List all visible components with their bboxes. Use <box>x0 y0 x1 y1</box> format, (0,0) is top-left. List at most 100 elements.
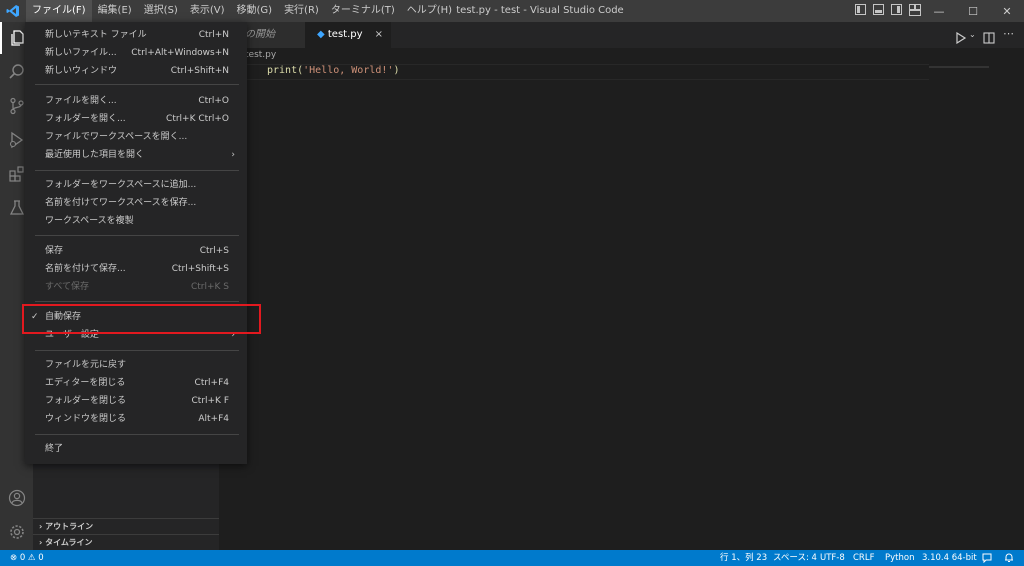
label: フォルダーを閉じる <box>45 396 127 406</box>
label: 名前を付けてワークスペースを保存... <box>45 198 197 208</box>
source-control-icon <box>9 97 24 115</box>
tab-label: test.py <box>327 29 363 40</box>
play-icon <box>956 31 967 45</box>
menu-item-open-folder[interactable]: フォルダーを開く... Ctrl+K Ctrl+O <box>35 110 239 128</box>
menu-view[interactable]: 表示(V) <box>184 0 231 22</box>
code-string: 'Hello, World!' <box>303 65 394 76</box>
label: フォルダーをワークスペースに追加... <box>45 180 197 190</box>
label: フォルダーを開く... <box>45 114 126 124</box>
explorer-icon <box>10 30 24 46</box>
editor-area: 作業の開始 ◆ test.py × ⌄ ⋯ test.py print('Hel… <box>219 22 1024 550</box>
menu-selection[interactable]: 選択(S) <box>138 0 184 22</box>
run-debug-icon <box>9 131 23 149</box>
python-file-icon: ◆ <box>317 29 325 40</box>
menu-item-save[interactable]: 保存 Ctrl+S <box>35 242 239 260</box>
extensions-icon <box>8 166 24 182</box>
shortcut: Ctrl+Alt+Windows+N <box>131 48 229 58</box>
settings-gear-icon <box>9 525 24 539</box>
editor-tabs: 作業の開始 ◆ test.py × ⌄ ⋯ <box>219 22 1024 48</box>
label: ワークスペースを複製 <box>45 216 134 226</box>
customize-layout-icon[interactable] <box>909 4 921 16</box>
encoding-status[interactable]: UTF-8 <box>820 550 845 566</box>
menu-bar: ファイル(F) 編集(E) 選択(S) 表示(V) 移動(G) 実行(R) ター… <box>26 0 458 22</box>
menu-separator <box>35 84 239 85</box>
minimize-button[interactable]: — <box>922 0 956 22</box>
label: 新しいテキスト ファイル <box>45 30 147 40</box>
menu-item-open-recent[interactable]: 最近使用した項目を開く › <box>35 146 239 164</box>
menu-file[interactable]: ファイル(F) <box>26 0 92 22</box>
window-title: test.py - test - Visual Studio Code <box>456 5 624 16</box>
eol-status[interactable]: CRLF <box>853 550 874 566</box>
menu-go[interactable]: 移動(G) <box>231 0 279 22</box>
cursor-position[interactable]: 行 1、列 23 <box>720 550 767 566</box>
toggle-panel-icon[interactable] <box>873 4 884 15</box>
shortcut: Ctrl+O <box>198 96 229 106</box>
annotation-highlight-box <box>22 304 261 334</box>
menu-item-open-file[interactable]: ファイルを開く... Ctrl+O <box>35 92 239 110</box>
menu-item-save-as[interactable]: 名前を付けて保存... Ctrl+Shift+S <box>35 260 239 278</box>
menu-item-new-window[interactable]: 新しいウィンドウ Ctrl+Shift+N <box>35 62 239 80</box>
toggle-secondary-sidebar-icon[interactable] <box>891 4 902 15</box>
testing-icon <box>9 200 24 215</box>
menu-item-new-text-file[interactable]: 新しいテキスト ファイル Ctrl+N <box>35 26 239 44</box>
menu-separator <box>35 350 239 351</box>
manage-button[interactable] <box>0 516 33 548</box>
label: ウィンドウを閉じる <box>45 414 127 424</box>
tab-close-button[interactable]: × <box>375 22 383 48</box>
code-function: print( <box>267 65 304 76</box>
label: 最近使用した項目を開く <box>45 150 145 160</box>
vscode-logo-icon <box>6 5 19 17</box>
menu-item-exit[interactable]: 終了 <box>35 440 239 458</box>
menu-item-save-all: すべて保存 Ctrl+K S <box>35 278 239 296</box>
tab-test-py[interactable]: ◆ test.py × <box>305 22 391 48</box>
menu-terminal[interactable]: ターミナル(T) <box>325 0 401 22</box>
menu-run[interactable]: 実行(R) <box>278 0 325 22</box>
label: すべて保存 <box>45 282 90 292</box>
minimap[interactable] <box>929 66 989 68</box>
menu-item-open-workspace[interactable]: ファイルでワークスペースを開く... <box>35 128 239 146</box>
shortcut: Ctrl+K S <box>190 282 229 292</box>
label: 保存 <box>45 246 64 256</box>
file-menu-dropdown: 新しいテキスト ファイル Ctrl+N 新しいファイル... Ctrl+Alt+Wi… <box>25 22 247 464</box>
timeline-section[interactable]: › タイムライン <box>33 534 219 550</box>
menu-item-close-folder[interactable]: フォルダーを閉じる Ctrl+K F <box>35 392 239 410</box>
label: ファイルを開く... <box>45 96 117 106</box>
close-window-button[interactable]: ✕ <box>990 0 1024 22</box>
toggle-sidebar-icon[interactable] <box>855 4 866 15</box>
search-icon <box>8 64 24 79</box>
outline-label: アウトライン <box>45 522 94 531</box>
label: エディターを閉じる <box>45 378 126 388</box>
code-line-1[interactable]: print('Hello, World!') <box>267 64 399 78</box>
indentation-status[interactable]: スペース: 4 <box>773 550 817 566</box>
menu-item-save-workspace-as[interactable]: 名前を付けてワークスペースを保存... <box>35 194 239 212</box>
account-icon <box>8 489 25 507</box>
shortcut: Ctrl+K F <box>191 396 230 406</box>
menu-separator <box>35 170 239 171</box>
menu-separator <box>35 235 239 236</box>
menu-item-new-file[interactable]: 新しいファイル... Ctrl+Alt+Windows+N <box>35 44 239 62</box>
menu-edit[interactable]: 編集(E) <box>92 0 138 22</box>
problems-indicator[interactable]: ⊗ 0 ⚠ 0 <box>10 550 44 566</box>
language-mode[interactable]: Python <box>885 550 914 566</box>
shortcut: Ctrl+Shift+N <box>170 66 229 76</box>
outline-section[interactable]: › アウトライン <box>33 518 219 534</box>
menu-item-add-folder[interactable]: フォルダーをワークスペースに追加... <box>35 176 239 194</box>
label: ファイルでワークスペースを開く... <box>45 132 188 142</box>
more-actions-button[interactable]: ⋯ <box>1003 27 1014 40</box>
notifications-bell-icon[interactable] <box>1004 550 1014 566</box>
python-interpreter[interactable]: 3.10.4 64-bit <box>922 550 977 566</box>
breadcrumb[interactable]: test.py <box>245 50 276 60</box>
run-python-button[interactable] <box>955 29 967 48</box>
feedback-icon[interactable] <box>982 550 992 566</box>
menu-item-revert-file[interactable]: ファイルを元に戻す <box>35 356 239 374</box>
timeline-label: タイムライン <box>45 538 93 547</box>
label: 終了 <box>45 444 64 454</box>
menu-item-duplicate-workspace[interactable]: ワークスペースを複製 <box>35 212 239 230</box>
run-dropdown-icon[interactable]: ⌄ <box>969 30 976 39</box>
split-editor-button[interactable] <box>983 29 995 48</box>
maximize-button[interactable]: ☐ <box>956 0 990 22</box>
shortcut: Ctrl+S <box>199 246 229 256</box>
accounts-button[interactable] <box>0 482 33 514</box>
menu-item-close-editor[interactable]: エディターを閉じる Ctrl+F4 <box>35 374 239 392</box>
menu-item-close-window[interactable]: ウィンドウを閉じる Alt+F4 <box>35 410 239 428</box>
